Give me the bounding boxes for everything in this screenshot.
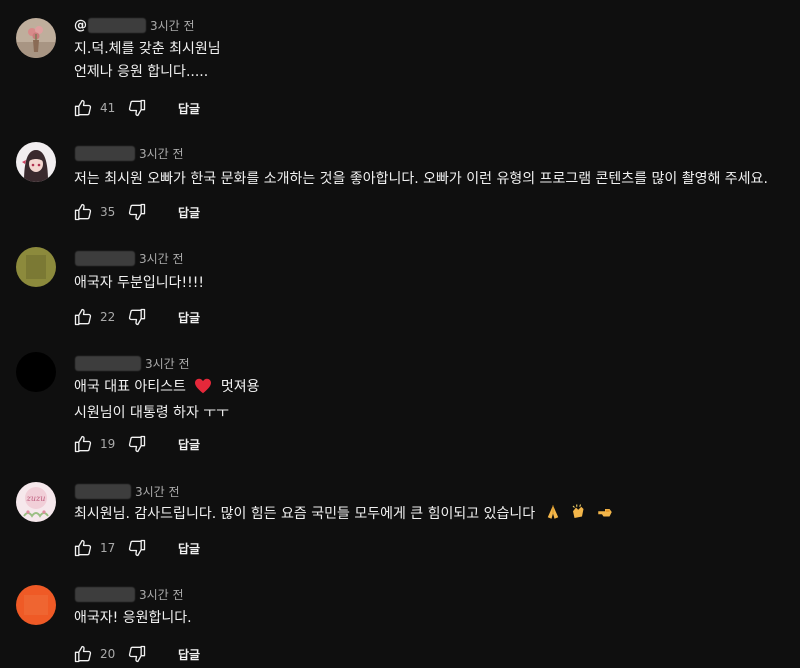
like-count: 22 [100,310,116,324]
handle-redacted[interactable] [75,483,131,499]
avatar[interactable] [16,352,56,392]
thumb-up-icon [74,308,92,326]
comment-text: 지.덕.체를 갖춘 최시원님 언제나 응원 합니다..... [74,38,221,84]
like-count: 19 [100,437,116,451]
comment-actions: 41 답글 [72,96,200,120]
zuzu-flower-avatar-icon: zuzu [16,482,56,522]
thumb-up-icon [74,645,92,663]
comment-actions: 19 답글 [72,432,200,456]
thumb-down-icon [128,99,146,117]
pointing-hand-emoji [596,503,614,529]
avatar[interactable] [16,142,56,182]
thumb-down-icon [128,203,146,221]
thumb-down-icon [128,645,146,663]
comment-text: 애국자! 응원합니다. [74,607,192,630]
thumb-down-icon [128,539,146,557]
reply-button[interactable]: 답글 [178,309,200,326]
dislike-button[interactable] [126,201,148,223]
folded-hands-emoji [544,503,562,529]
avatar[interactable] [16,585,56,625]
thumb-up-icon [74,203,92,221]
orange-avatar-icon [16,585,56,625]
handle-redacted[interactable] [75,250,135,266]
comment-text: 최시원님. 감사드립니다. 많이 힘든 요즘 국민들 모두에게 큰 힘이되고 있… [74,503,614,529]
comment-meta: 3시간 전 [74,482,180,500]
avatar[interactable]: zuzu [16,482,56,522]
clapping-hands-emoji [570,503,588,529]
handle-prefix[interactable]: @ [74,18,87,33]
reply-button[interactable]: 답글 [178,204,200,221]
comment-time[interactable]: 3시간 전 [139,586,184,603]
handle-redacted[interactable] [88,17,146,33]
comment-meta: @ 3시간 전 [74,16,195,34]
comment-actions: 22 답글 [72,305,200,329]
comment-line-suffix: 멋져용 [220,379,260,395]
thumb-down-icon [128,308,146,326]
comment-text: 애국 대표 아티스트 멋져용 시원님이 대통령 하자 ㅜㅜ [74,376,260,425]
like-button[interactable] [72,537,94,559]
comment-line: 애국 대표 아티스트 멋져용 [74,376,260,402]
handle-redacted[interactable] [75,145,135,161]
olive-square-avatar-icon [16,247,56,287]
thumb-up-icon [74,539,92,557]
comment-line: 최시원님. 감사드립니다. 많이 힘든 요즘 국민들 모두에게 큰 힘이되고 있… [74,503,614,529]
anime-girl-avatar-icon [16,142,56,182]
black-avatar-icon [16,352,56,392]
reply-button[interactable]: 답글 [178,436,200,453]
pray-icon [547,505,558,519]
point-icon [598,509,613,517]
comment-time[interactable]: 3시간 전 [135,483,180,500]
dislike-button[interactable] [126,537,148,559]
reply-button[interactable]: 답글 [178,100,200,117]
dislike-button[interactable] [126,306,148,328]
comment-meta: 3시간 전 [74,144,184,162]
thumb-up-icon [74,99,92,117]
thumb-down-icon [128,435,146,453]
like-count: 41 [100,101,116,115]
comment-time[interactable]: 3시간 전 [139,145,184,162]
flower-vase-avatar-icon [16,18,56,58]
comment-line-text: 최시원님. 감사드립니다. 많이 힘든 요즘 국민들 모두에게 큰 힘이되고 있… [74,506,536,522]
like-button[interactable] [72,643,94,665]
red-heart-emoji [194,378,212,402]
comment-line: 애국자 두분입니다!!!! [74,275,204,291]
reply-button[interactable]: 답글 [178,540,200,557]
like-count: 17 [100,541,116,555]
comment-text: 저는 최시원 오빠가 한국 문화를 소개하는 것을 좋아합니다. 오빠가 이런 … [74,168,768,191]
comment-time[interactable]: 3시간 전 [145,355,190,372]
comment-line: 언제나 응원 합니다..... [74,64,209,80]
reply-button[interactable]: 답글 [178,646,200,663]
comment-meta: 3시간 전 [74,585,184,603]
avatar-text: zuzu [26,494,46,503]
comment-line: 저는 최시원 오빠가 한국 문화를 소개하는 것을 좋아합니다. 오빠가 이런 … [74,171,768,187]
comment-text: 애국자 두분입니다!!!! [74,272,204,295]
dislike-button[interactable] [126,97,148,119]
comment-time[interactable]: 3시간 전 [150,17,195,34]
handle-redacted[interactable] [75,355,141,371]
like-count: 35 [100,205,116,219]
comment-meta: 3시간 전 [74,249,184,267]
like-button[interactable] [72,97,94,119]
thumb-up-icon [74,435,92,453]
dislike-button[interactable] [126,433,148,455]
comment-line: 시원님이 대통령 하자 ㅜㅜ [74,405,230,421]
comment-line-text: 애국 대표 아티스트 [74,379,186,395]
handle-redacted[interactable] [75,586,135,602]
like-button[interactable] [72,201,94,223]
comment-line: 애국자! 응원합니다. [74,610,192,626]
comment-actions: 35 답글 [72,200,200,224]
comment-actions: 20 답글 [72,642,200,666]
avatar[interactable] [16,18,56,58]
like-button[interactable] [72,306,94,328]
heart-icon [195,378,212,394]
comment-meta: 3시간 전 [74,354,190,372]
avatar[interactable] [16,247,56,287]
comment-line: 지.덕.체를 갖춘 최시원님 [74,41,221,57]
like-count: 20 [100,647,116,661]
dislike-button[interactable] [126,643,148,665]
comment-actions: 17 답글 [72,536,200,560]
like-button[interactable] [72,433,94,455]
clap-icon [572,504,584,518]
comment-time[interactable]: 3시간 전 [139,250,184,267]
